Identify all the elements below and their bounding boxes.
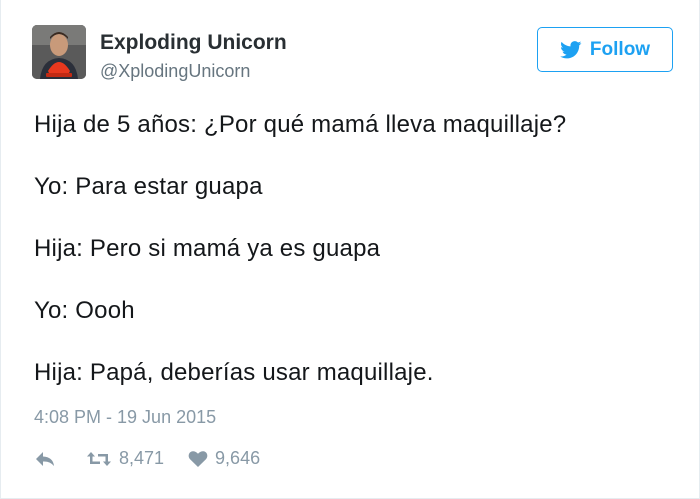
tweet-card: Exploding Unicorn @XplodingUnicorn Follo…: [0, 0, 700, 499]
follow-button[interactable]: Follow: [537, 27, 673, 72]
like-count: 9,646: [215, 448, 261, 468]
heart-icon: [188, 450, 208, 468]
tweet-line: Yo: Para estar guapa: [34, 173, 263, 200]
tweet-line: Hija de 5 años: ¿Por qué mamá lleva maqu…: [34, 111, 567, 138]
twitter-bird-icon: [560, 40, 582, 59]
author-handle[interactable]: @XplodingUnicorn: [100, 61, 250, 82]
retweet-icon: [86, 450, 112, 468]
action-bar: 8,471 9,646: [34, 448, 260, 469]
follow-label: Follow: [589, 38, 651, 60]
avatar[interactable]: [32, 25, 86, 79]
tweet-line: Yo: Oooh: [34, 297, 135, 324]
like-button[interactable]: 9,646: [188, 448, 260, 469]
retweet-count: 8,471: [119, 448, 165, 468]
tweet-line: Hija: Papá, deberías usar maquillaje.: [34, 359, 434, 386]
reply-button[interactable]: [34, 450, 56, 468]
tweet-timestamp[interactable]: 4:08 PM - 19 Jun 2015: [34, 407, 216, 428]
reply-icon: [34, 450, 56, 468]
author-name[interactable]: Exploding Unicorn: [100, 31, 287, 55]
tweet-line: Hija: Pero si mamá ya es guapa: [34, 235, 381, 262]
retweet-button[interactable]: 8,471: [86, 448, 164, 469]
